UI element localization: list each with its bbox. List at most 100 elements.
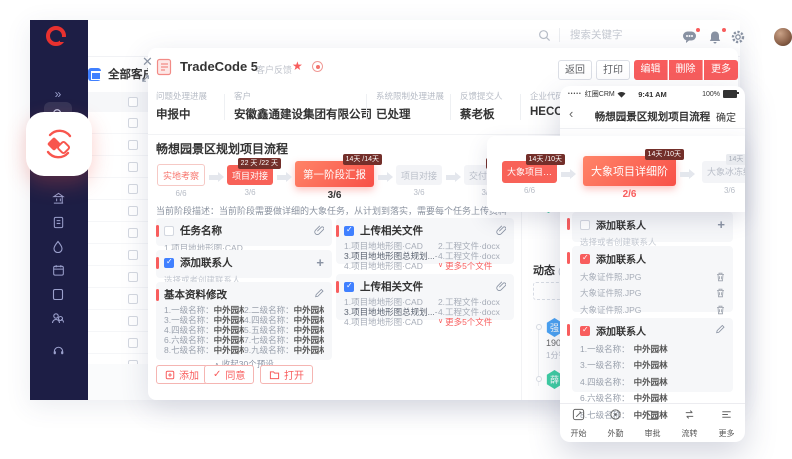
preset-pair: 7.七级名称：中外园林	[244, 335, 324, 345]
flow-step-pending[interactable]: 14天 /10天大象冰冻结3/6	[702, 154, 745, 195]
step-name[interactable]: 大象项目详细阶	[583, 156, 676, 186]
agree-button[interactable]: ✓ 同意	[204, 365, 254, 384]
flow-step-current[interactable]: 14天 /14天第一阶段汇报3/6	[295, 154, 374, 201]
task-card-upload-1[interactable]: 上传相关文件 1.项目地地形图·CAD2.工程文件·docx3.项目地地形图总规…	[336, 218, 514, 264]
mobile-task-card[interactable]: 添加联系人 1.一级名称：中外园林3.一级名称：中外园林4.四级名称：中外园林6…	[572, 318, 733, 392]
preset-pair: 5.五级名称：中外园林	[244, 325, 324, 335]
select-all-checkbox[interactable]	[128, 97, 138, 107]
expand-icon[interactable]	[140, 71, 151, 89]
plus-icon[interactable]: +	[316, 255, 324, 270]
row-checkbox[interactable]	[128, 162, 138, 172]
row-checkbox[interactable]	[128, 250, 138, 260]
task-title: 上传相关文件	[360, 279, 423, 294]
mobile-task-card[interactable]: 添加联系人 大象证件照.JPG大象证件照.JPG大象证件照.JPG大象证件照.J…	[572, 246, 733, 312]
preset-pair: 4.四级名称：中外园林	[580, 376, 725, 388]
mobile-task-card[interactable]: 添加联系人 + 选择或者创建联系人	[572, 212, 733, 242]
task-checkbox[interactable]	[164, 258, 174, 268]
paperclip-icon[interactable]	[496, 280, 506, 294]
more-button[interactable]: 更多	[704, 60, 738, 80]
toolbar-more-button[interactable]: 更多	[708, 404, 745, 442]
star-icon[interactable]: ★	[292, 59, 303, 73]
paperclip-icon[interactable]	[314, 224, 324, 238]
task-card-name[interactable]: 任务名称 1.项目地地形图·CAD	[156, 218, 332, 246]
pencil-icon[interactable]	[314, 288, 324, 301]
flow-step-done[interactable]: —实地考察6/6	[157, 157, 205, 198]
preset-pair: 1.一级名称：中外园林	[164, 305, 244, 315]
row-checkbox[interactable]	[128, 140, 138, 150]
flow-arrow-icon	[446, 175, 455, 180]
collapse-icon[interactable]: »	[50, 86, 66, 102]
row-checkbox[interactable]	[128, 272, 138, 282]
task-checkbox[interactable]	[580, 326, 590, 336]
task-checkbox[interactable]	[344, 282, 354, 292]
global-search-input[interactable]	[568, 28, 652, 42]
preset-pair: 3.一级名称：中外园林	[580, 359, 725, 371]
print-button[interactable]: 打印	[596, 60, 630, 80]
paperclip-icon[interactable]	[496, 224, 506, 238]
task-checkbox[interactable]	[344, 226, 354, 236]
trash-icon[interactable]	[716, 305, 725, 315]
support-headset-icon[interactable]	[50, 342, 66, 358]
team-icon[interactable]	[50, 310, 66, 326]
confirm-button[interactable]: 确定	[716, 109, 736, 124]
step-progress: 6/6	[524, 186, 535, 195]
close-icon[interactable]: ✕	[142, 54, 153, 70]
task-checkbox[interactable]	[580, 220, 590, 230]
task-card-contact[interactable]: 添加联系人 + 选择或者创建联系人	[156, 250, 332, 278]
add-icon	[165, 370, 175, 380]
global-search[interactable]	[538, 28, 652, 42]
expand-more-icon: ∨	[438, 261, 443, 271]
flow-step-active[interactable]: 14天 /10天大象项目…6/6	[502, 154, 557, 195]
gear-icon[interactable]	[731, 30, 747, 46]
edit-button[interactable]: 编辑	[634, 60, 668, 80]
task-checkbox[interactable]	[580, 254, 590, 264]
more-icon	[720, 408, 733, 426]
document-icon[interactable]	[50, 214, 66, 230]
row-checkbox[interactable]	[128, 228, 138, 238]
task-checkbox[interactable]	[164, 226, 174, 236]
row-checkbox[interactable]	[128, 184, 138, 194]
trash-icon[interactable]	[716, 272, 725, 282]
delete-button[interactable]: 删除	[669, 60, 703, 80]
more-files-link[interactable]: ∨更多5个文件	[438, 317, 506, 327]
task-title: 基本资料修改	[164, 287, 227, 302]
sync-module-badge[interactable]	[26, 112, 92, 176]
open-button[interactable]: 打开	[260, 365, 313, 384]
flow-step-pending[interactable]: —项目对接3/6	[396, 158, 442, 197]
company-icon[interactable]	[50, 190, 66, 206]
row-checkbox[interactable]	[128, 294, 138, 304]
more-files-link[interactable]: ∨更多5个文件	[438, 261, 506, 271]
divider	[366, 94, 367, 120]
task-title: 上传相关文件	[360, 223, 423, 238]
pencil-icon[interactable]	[715, 324, 725, 337]
row-checkbox[interactable]	[128, 316, 138, 326]
toolbar-flow-button[interactable]: 流转	[671, 404, 708, 442]
file-item: 4.项目地地形图·CAD	[344, 261, 438, 271]
step-name[interactable]: 项目对接	[396, 165, 442, 185]
add-button[interactable]: 添加	[156, 365, 208, 384]
file-item: 1.项目地地形图·CAD	[344, 241, 438, 251]
task-card-upload-2[interactable]: 上传相关文件 1.项目地地形图·CAD2.工程文件·docx3.项目地地形图总规…	[336, 274, 514, 320]
row-checkbox[interactable]	[128, 338, 138, 348]
step-name[interactable]: 实地考察	[157, 164, 205, 186]
seal-icon[interactable]	[312, 61, 323, 72]
timeline-dot	[536, 324, 542, 330]
tablet-icon[interactable]	[50, 286, 66, 302]
back-button[interactable]: 返回	[558, 60, 592, 80]
bell-icon[interactable]	[708, 30, 724, 46]
flow-step-current[interactable]: 14天 /10天大象项目详细阶2/6	[583, 149, 676, 200]
calendar-icon[interactable]	[50, 262, 66, 278]
row-checkbox[interactable]	[128, 206, 138, 216]
search-icon[interactable]	[538, 29, 551, 42]
toolbar-edit-square-button[interactable]: 开始	[560, 404, 597, 442]
chat-icon[interactable]	[682, 30, 698, 46]
drop-icon[interactable]	[50, 238, 66, 254]
flow-step-active[interactable]: 22 天 /22 天项目对接3/6	[227, 158, 273, 197]
row-checkbox[interactable]	[128, 118, 138, 128]
trash-icon[interactable]	[716, 288, 725, 298]
toolbar-folder-button[interactable]: 审批	[634, 404, 671, 442]
task-card-basic-edit[interactable]: 基本资料修改 1.一级名称：中外园林2.二级名称：中外园林3.一级名称：中外园林…	[156, 282, 332, 360]
user-avatar[interactable]	[774, 28, 792, 46]
plus-icon[interactable]: +	[717, 217, 725, 232]
toolbar-target-button[interactable]: 外勤	[597, 404, 634, 442]
